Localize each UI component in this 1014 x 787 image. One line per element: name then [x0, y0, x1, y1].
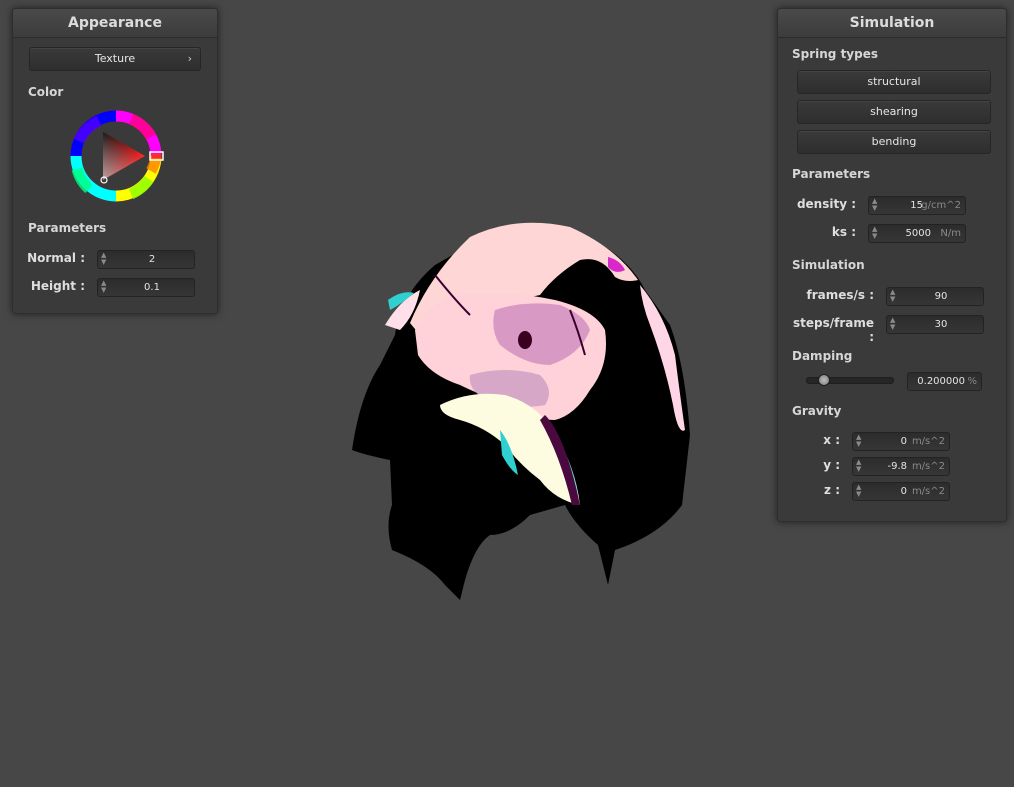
- fps-input[interactable]: ▲ ▼ 90: [886, 287, 984, 306]
- gravity-title: Gravity: [792, 404, 842, 418]
- gravity-y-unit: m/s^2: [911, 461, 945, 472]
- gravity-z-unit: m/s^2: [911, 486, 945, 497]
- appearance-params-title: Parameters: [28, 221, 107, 235]
- color-wheel[interactable]: [69, 109, 165, 205]
- height-value: 0.1: [144, 282, 160, 293]
- structural-button[interactable]: structural: [797, 70, 991, 94]
- ks-unit: N/m: [940, 228, 961, 239]
- spinner-icon[interactable]: ▲ ▼: [101, 252, 109, 267]
- gravity-x-value: 0: [900, 436, 907, 447]
- height-label: Height :: [30, 279, 85, 293]
- gravity-x-input[interactable]: ▲ ▼ 0 m/s^2: [852, 432, 950, 451]
- appearance-panel-title[interactable]: Appearance: [13, 9, 217, 38]
- gravity-z-label: z :: [824, 483, 840, 497]
- gravity-y-value: -9.8: [887, 461, 907, 472]
- spinner-icon[interactable]: ▲ ▼: [101, 280, 109, 295]
- gravity-y-input[interactable]: ▲ ▼ -9.8 m/s^2: [852, 457, 950, 476]
- texture-button-label: Texture: [94, 52, 136, 65]
- normal-label: Normal :: [27, 251, 85, 265]
- bending-button[interactable]: bending: [797, 130, 991, 154]
- appearance-panel: Appearance Texture › Color Parameters No…: [12, 8, 218, 314]
- spinner-icon[interactable]: ▲ ▼: [890, 289, 898, 304]
- steps-value: 30: [934, 319, 948, 330]
- simulation-panel-title[interactable]: Simulation: [778, 9, 1006, 38]
- sim-simulation-title: Simulation: [792, 258, 865, 272]
- damping-input[interactable]: 0.200000 %: [907, 372, 982, 391]
- spinner-icon[interactable]: ▲ ▼: [890, 317, 898, 332]
- gravity-x-unit: m/s^2: [911, 436, 945, 447]
- texture-button[interactable]: Texture ›: [29, 47, 201, 71]
- spinner-icon[interactable]: ▲ ▼: [856, 434, 864, 449]
- shearing-button[interactable]: shearing: [797, 100, 991, 124]
- spinner-icon[interactable]: ▲ ▼: [872, 226, 880, 241]
- damping-unit: %: [967, 376, 977, 387]
- cloth-mesh-render: [352, 222, 690, 600]
- spring-types-title: Spring types: [792, 47, 879, 61]
- ks-label: ks :: [831, 225, 856, 239]
- normal-value: 2: [148, 254, 156, 265]
- damping-slider-handle[interactable]: [818, 374, 831, 386]
- damping-title: Damping: [792, 349, 853, 363]
- density-label: density :: [796, 197, 856, 211]
- damping-value: 0.200000: [917, 376, 965, 387]
- gravity-z-value: 0: [900, 486, 907, 497]
- gravity-x-label: x :: [823, 433, 840, 447]
- density-unit: g/cm^2: [921, 200, 961, 211]
- gravity-z-input[interactable]: ▲ ▼ 0 m/s^2: [852, 482, 950, 501]
- cloth-dark-spot: [518, 331, 532, 349]
- sim-params-title: Parameters: [792, 167, 871, 181]
- spinner-icon[interactable]: ▲ ▼: [872, 198, 880, 213]
- steps-label: steps/frame :: [792, 316, 874, 344]
- spinner-icon[interactable]: ▲ ▼: [856, 484, 864, 499]
- fps-label: frames/s :: [806, 288, 874, 302]
- ks-input[interactable]: ▲ ▼ 5000 N/m: [868, 224, 966, 243]
- gravity-y-label: y :: [823, 458, 840, 472]
- color-section-title: Color: [28, 85, 64, 99]
- fps-value: 90: [934, 291, 948, 302]
- height-input[interactable]: ▲ ▼ 0.1: [97, 278, 195, 297]
- ks-value: 5000: [905, 228, 931, 239]
- density-input[interactable]: ▲ ▼ 15 g/cm^2: [868, 196, 966, 215]
- spinner-icon[interactable]: ▲ ▼: [856, 459, 864, 474]
- chevron-right-icon: ›: [187, 52, 192, 65]
- normal-input[interactable]: ▲ ▼ 2: [97, 250, 195, 269]
- steps-input[interactable]: ▲ ▼ 30: [886, 315, 984, 334]
- simulation-panel: Simulation Spring types structural shear…: [777, 8, 1007, 522]
